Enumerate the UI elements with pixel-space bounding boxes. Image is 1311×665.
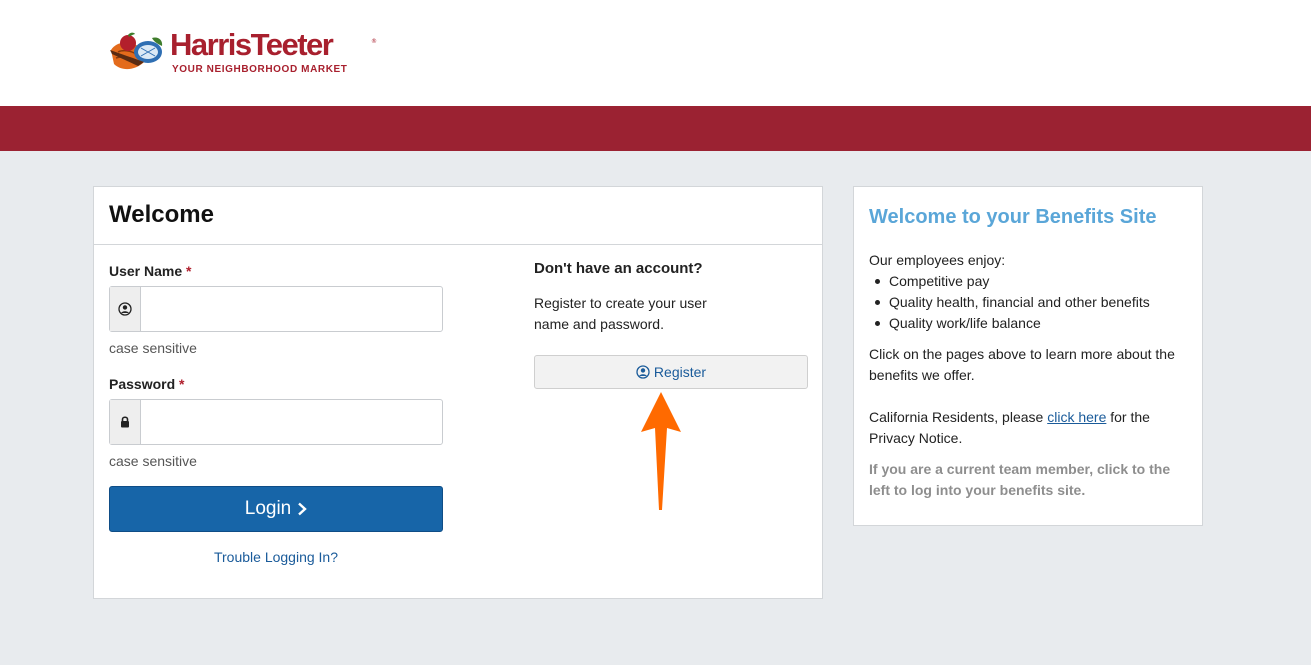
- login-button-label: Login: [244, 498, 292, 519]
- password-label-text: Password: [109, 376, 176, 392]
- benefits-intro: Our employees enjoy:: [869, 252, 1006, 268]
- california-text-before: California Residents, please: [869, 409, 1048, 425]
- orange-arrow-annotation: [641, 392, 681, 510]
- header-band: [0, 106, 1311, 151]
- chevron-right-icon: [298, 502, 308, 516]
- login-card-header: Welcome: [94, 187, 822, 245]
- benefit-item: Competitive pay: [869, 271, 1189, 292]
- register-description: Register to create your user name and pa…: [534, 295, 707, 332]
- password-label: Password *: [109, 376, 184, 392]
- register-button-label: Register: [653, 364, 707, 380]
- produce-basket-logo-icon: [110, 32, 163, 70]
- benefits-card-title: Welcome to your Benefits Site: [869, 206, 1157, 228]
- required-mark: *: [186, 263, 192, 279]
- register-button[interactable]: Register: [534, 355, 808, 389]
- user-circle-icon: [636, 365, 650, 379]
- benefits-info-card: Welcome to your Benefits Site Our employ…: [853, 186, 1203, 526]
- benefits-card-body: Our employees enjoy: Competitive pay Qua…: [869, 250, 1189, 501]
- username-hint: case sensitive: [109, 340, 197, 356]
- benefit-item: Quality health, financial and other bene…: [869, 292, 1189, 313]
- team-member-note: If you are a current team member, click …: [869, 461, 1171, 498]
- password-input[interactable]: [141, 400, 442, 444]
- login-button[interactable]: Login: [109, 486, 443, 532]
- required-mark: *: [179, 376, 185, 392]
- login-card-title: Welcome: [109, 201, 214, 228]
- registered-mark: ®: [371, 38, 377, 45]
- trouble-logging-in-link[interactable]: Trouble Logging In?: [109, 549, 443, 565]
- username-addon: [110, 287, 141, 331]
- password-input-group: [109, 399, 443, 445]
- username-input-group: [109, 286, 443, 332]
- california-notice: California Residents, please click here …: [869, 407, 1189, 449]
- register-heading: Don't have an account?: [534, 260, 703, 277]
- username-label-text: User Name: [109, 263, 183, 279]
- user-circle-icon: [118, 302, 132, 316]
- lock-icon: [121, 416, 129, 428]
- site-header: HarrisTeeter ® YOUR NEIGHBORHOOD MARKET: [0, 0, 1311, 106]
- username-input[interactable]: [141, 287, 442, 331]
- learn-more-text: Click on the pages above to learn more a…: [869, 346, 1175, 383]
- benefit-item: Quality work/life balance: [869, 313, 1189, 334]
- password-hint: case sensitive: [109, 453, 197, 469]
- privacy-notice-link[interactable]: click here: [1047, 409, 1106, 425]
- password-addon: [110, 400, 141, 444]
- brand-tagline: YOUR NEIGHBORHOOD MARKET: [172, 64, 348, 75]
- brand-name: HarrisTeeter: [170, 27, 334, 62]
- login-card: Welcome User Name * case sensitive Passw…: [93, 186, 823, 599]
- username-label: User Name *: [109, 263, 192, 279]
- benefits-list: Competitive pay Quality health, financia…: [869, 271, 1189, 334]
